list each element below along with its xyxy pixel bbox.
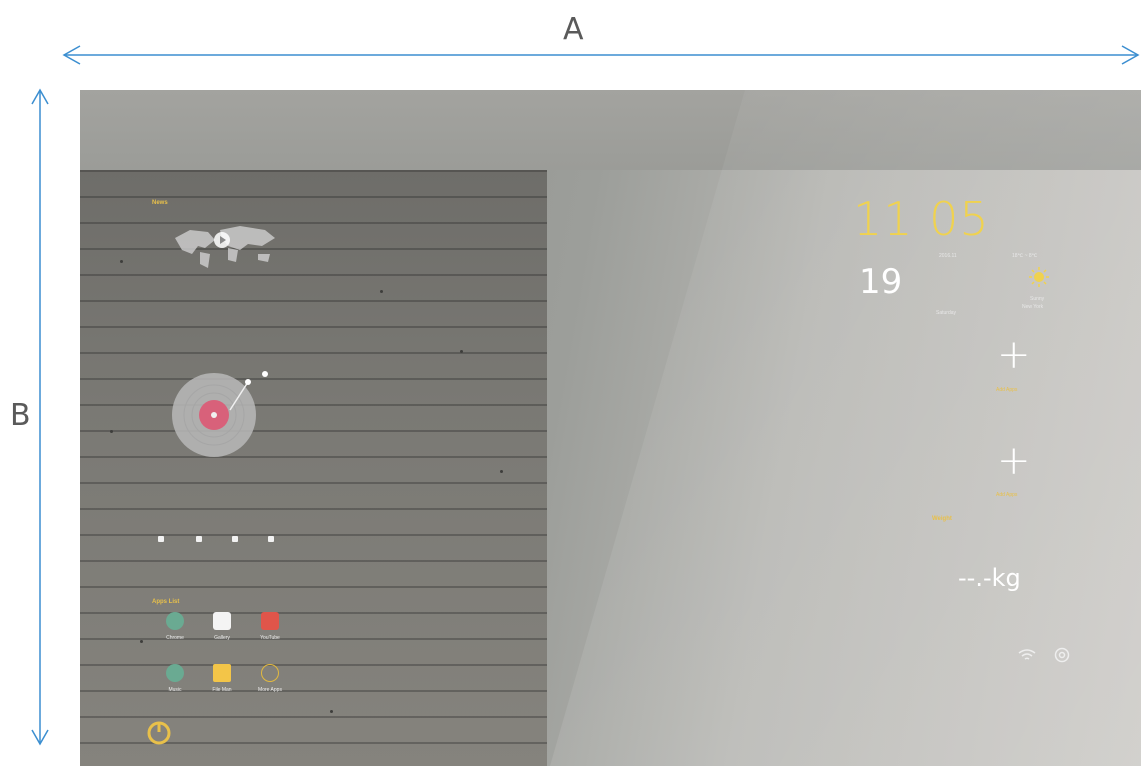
app-label-music: Music (168, 687, 182, 693)
glass-glare (550, 90, 1141, 766)
next-icon[interactable] (232, 536, 238, 542)
city-label: New York (1022, 304, 1044, 310)
app-label-gallery: Gallery (214, 635, 230, 641)
sun-icon (1029, 267, 1049, 287)
weekday-label: Saturday (936, 310, 957, 316)
add-apps-label-1: Add Apps (996, 387, 1018, 393)
app-label-more-apps: More Apps (258, 687, 282, 693)
weather-label: Sunny (1030, 296, 1045, 302)
height-label: B (10, 398, 31, 433)
prev-icon[interactable] (196, 536, 202, 542)
smart-mirror-screen: News Apps List Chrome Gallery YouTube Mu… (80, 90, 1141, 766)
world-map-video[interactable] (170, 220, 280, 270)
music-icon[interactable] (166, 664, 184, 682)
camera-icon[interactable] (213, 612, 231, 630)
clock-time: 11 05 (853, 192, 990, 246)
list-icon[interactable] (268, 536, 274, 542)
news-label: News (152, 200, 168, 206)
day-number: 19 (859, 262, 903, 302)
wifi-icon[interactable] (1018, 648, 1036, 662)
width-label: A (563, 12, 584, 47)
folder-icon[interactable] (213, 664, 231, 682)
apps-list-label: Apps List (152, 599, 180, 605)
youtube-icon[interactable] (261, 612, 279, 630)
play-icon[interactable] (158, 536, 164, 542)
app-label-file-man: File Man (212, 687, 232, 693)
weight-value: --.-kg (958, 564, 1021, 592)
add-widget-plus-2[interactable]: + (997, 438, 1031, 484)
add-apps-label-2: Add Apps (996, 492, 1018, 498)
add-widget-plus-1[interactable]: + (997, 332, 1031, 378)
music-player-disc[interactable] (170, 360, 280, 460)
left-panel: News Apps List Chrome Gallery YouTube Mu… (80, 170, 547, 766)
app-label-chrome: Chrome (166, 635, 184, 641)
chrome-icon[interactable] (166, 612, 184, 630)
weight-label: Weight (932, 516, 952, 522)
date-label: 2016.11 (939, 253, 957, 259)
app-label-youtube: YouTube (260, 635, 280, 641)
power-icon[interactable] (146, 720, 172, 746)
settings-icon[interactable] (1054, 647, 1070, 663)
temperature-label: 18℃ ~ 8℃ (1012, 253, 1038, 259)
more-icon[interactable] (261, 664, 279, 682)
